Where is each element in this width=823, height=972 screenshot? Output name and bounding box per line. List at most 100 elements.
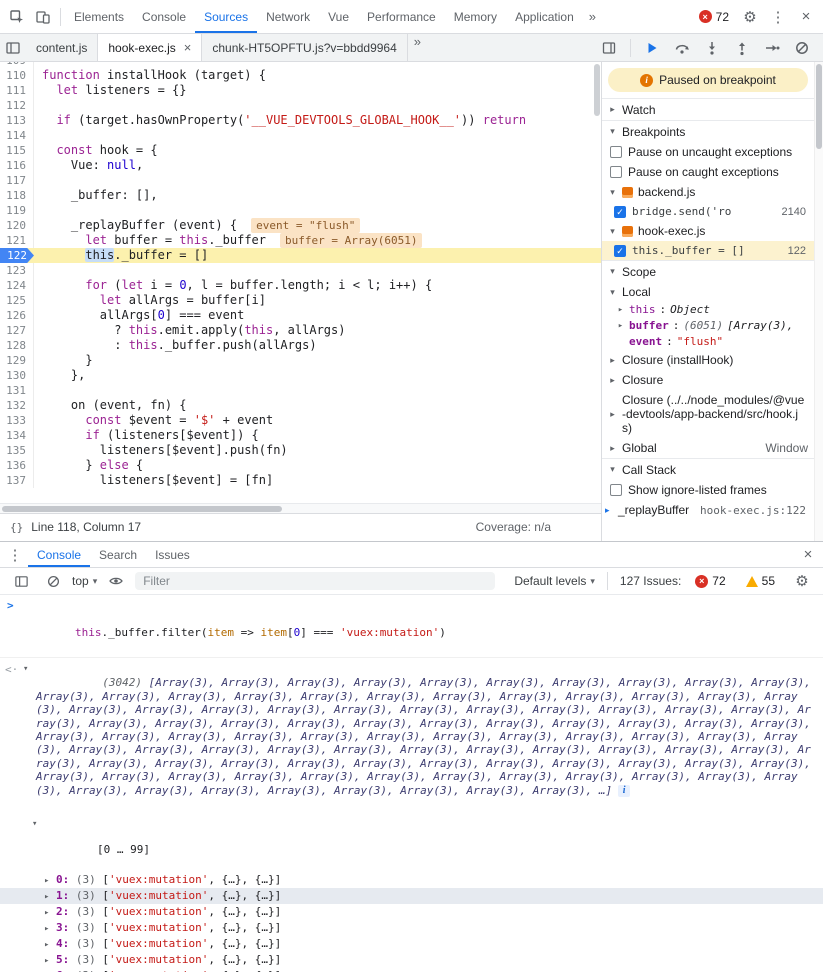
line-number[interactable]: 130 [0,368,34,383]
device-toolbar-icon[interactable] [30,4,56,30]
close-devtools-icon[interactable]: × [793,4,819,30]
console-sidebar-icon[interactable] [8,568,34,594]
console-warning-count[interactable]: 55 [740,574,781,588]
breakpoint-file-group[interactable]: ▾backend.js [602,182,814,202]
line-number[interactable]: 135 [0,443,34,458]
console-error-count[interactable]: × 72 [689,574,731,588]
exception-toggle[interactable]: Pause on caught exceptions [602,162,814,182]
checkbox-icon[interactable] [610,484,622,496]
line-number[interactable]: 126 [0,308,34,323]
live-expression-eye-icon[interactable] [103,568,129,594]
drawer-tab-issues[interactable]: Issues [146,542,199,567]
collapse-icon[interactable]: ▾ [32,819,37,829]
more-panels-icon[interactable]: » [583,9,602,24]
context-selector[interactable]: top ▾ [72,574,97,588]
issues-summary[interactable]: 127 Issues: [620,574,681,588]
tab-application[interactable]: Application [506,0,583,33]
line-number[interactable]: 137 [0,473,34,488]
tab-console[interactable]: Console [133,0,195,33]
step-over-icon[interactable] [669,35,695,61]
step-into-icon[interactable] [699,35,725,61]
resume-script-icon[interactable] [639,35,665,61]
line-number[interactable]: 113 [0,113,34,128]
line-number[interactable]: 129 [0,353,34,368]
line-number[interactable]: 112 [0,98,34,113]
line-number[interactable]: 123 [0,263,34,278]
clear-console-icon[interactable] [40,568,66,594]
log-levels-dropdown[interactable]: Default levels ▾ [514,574,595,588]
watch-section-header[interactable]: ▸ Watch [602,98,814,120]
code-viewport[interactable]: 109110function installHook (target) {111… [0,62,601,503]
console-array-row[interactable]: ▸3: (3) ['vuex:mutation', {…}, {…}] [0,920,823,936]
console-array-row[interactable]: ▸4: (3) ['vuex:mutation', {…}, {…}] [0,936,823,952]
tab-memory[interactable]: Memory [445,0,506,33]
pretty-print-icon[interactable]: {} [10,521,23,534]
line-number[interactable]: 117 [0,173,34,188]
line-number[interactable]: 115 [0,143,34,158]
tab-performance[interactable]: Performance [358,0,445,33]
scope-variable[interactable]: ▸buffer: (6051) [Array(3), [602,318,814,334]
line-number[interactable]: 118 [0,188,34,203]
breakpoint-checkbox-icon[interactable]: ✓ [614,245,626,257]
expand-icon[interactable]: ▸ [44,939,49,951]
line-number[interactable]: 136 [0,458,34,473]
file-tab[interactable]: chunk-HT5OPFTU.js?v=bbdd9964 [202,34,407,61]
line-number[interactable]: 131 [0,383,34,398]
tab-network[interactable]: Network [257,0,319,33]
console-settings-gear-icon[interactable]: ⚙ [789,568,815,594]
line-number[interactable]: 121 [0,233,34,248]
scope-section[interactable]: ▸Closure [602,370,814,390]
line-number[interactable]: 110 [0,68,34,83]
line-number[interactable]: 127 [0,323,34,338]
tab-vue[interactable]: Vue [319,0,358,33]
scope-section[interactable]: ▾Local [602,282,814,302]
expand-icon[interactable]: ▸ [44,907,49,919]
more-file-tabs-icon[interactable]: » [408,34,427,61]
array-bucket-row[interactable]: ▾ [0 … 99] [0,814,823,872]
tab-sources[interactable]: Sources [195,0,257,33]
console-array-row[interactable]: ▸1: (3) ['vuex:mutation', {…}, {…}] [0,888,823,904]
line-number[interactable]: 125 [0,293,34,308]
line-number[interactable]: 119 [0,203,34,218]
editor-vertical-scrollbar[interactable] [594,64,600,116]
line-number[interactable]: 114 [0,128,34,143]
breakpoint-entry[interactable]: ✓this._buffer = []122 [602,241,814,260]
drawer-tab-console[interactable]: Console [28,542,90,567]
scrollbar-thumb[interactable] [816,64,822,149]
editor-horizontal-scrollbar[interactable] [0,503,601,513]
kebab-menu-icon[interactable]: ⋮ [765,4,791,30]
scope-variable[interactable]: ▸this: Object [602,302,814,318]
console-command[interactable]: > this._buffer.filter(item => item[0] ==… [0,595,823,658]
line-number[interactable]: 128 [0,338,34,353]
console-array-row[interactable]: ▸6: (3) ['vuex:mutation', {…}, {…}] [0,968,823,972]
expand-icon[interactable]: ▸ [44,875,49,887]
breakpoint-entry[interactable]: ✓bridge.send('ro2140 [602,202,814,221]
expand-icon[interactable]: ▸ [44,891,49,903]
breakpoints-section-header[interactable]: ▾ Breakpoints [602,120,814,142]
debugger-sidebar-toggle-icon[interactable] [596,35,622,61]
line-number[interactable]: 116 [0,158,34,173]
line-number[interactable]: 111 [0,83,34,98]
line-number[interactable]: 133 [0,413,34,428]
settings-gear-icon[interactable]: ⚙ [737,4,763,30]
scope-section[interactable]: ▸Closure (../../node_modules/@vue-devtoo… [602,390,814,438]
line-number[interactable]: 132 [0,398,34,413]
console-array-row[interactable]: ▸2: (3) ['vuex:mutation', {…}, {…}] [0,904,823,920]
checkbox-icon[interactable] [610,146,622,158]
scope-section-header[interactable]: ▾ Scope [602,260,814,282]
console-filter-input[interactable] [135,572,495,590]
step-out-icon[interactable] [729,35,755,61]
deactivate-breakpoints-icon[interactable] [789,35,815,61]
line-number[interactable]: 120 [0,218,34,233]
close-drawer-icon[interactable]: × [795,542,821,568]
breakpoint-checkbox-icon[interactable]: ✓ [614,206,626,218]
close-tab-icon[interactable]: × [184,40,192,55]
sidebar-scrollbar[interactable] [814,62,823,541]
step-icon[interactable] [759,35,785,61]
line-number[interactable]: 122 [0,248,34,263]
line-number[interactable]: 124 [0,278,34,293]
checkbox-icon[interactable] [610,166,622,178]
console-result[interactable]: <· ▾ (3042) [Array(3), Array(3), Array(3… [0,658,823,814]
file-tab[interactable]: content.js [26,34,98,61]
drawer-kebab-icon[interactable]: ⋮ [2,542,28,568]
